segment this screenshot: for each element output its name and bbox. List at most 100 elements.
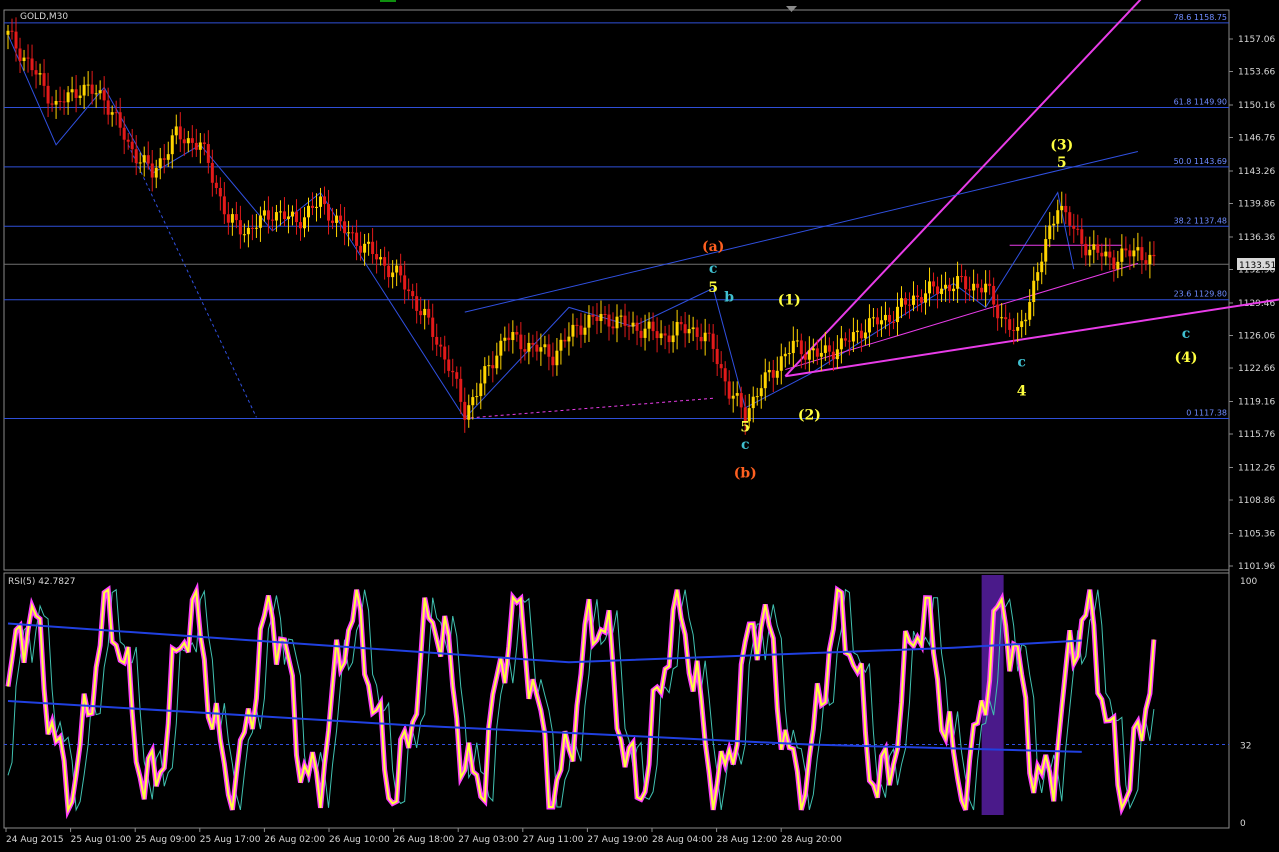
candle-body: [479, 383, 483, 397]
candle-body: [851, 332, 855, 342]
candle-body: [843, 338, 847, 341]
candle-body: [311, 205, 315, 208]
candle-body: [1148, 254, 1152, 265]
price-tick-label: 1153.66: [1238, 68, 1275, 78]
candle-body: [34, 70, 38, 75]
scroll-shift-marker[interactable]: [786, 6, 797, 12]
candle-body: [803, 354, 807, 360]
candle-body: [1044, 239, 1048, 262]
candle-body: [134, 149, 138, 164]
candle-body: [1036, 272, 1040, 281]
wave-label: 5: [740, 420, 750, 436]
candle-body: [138, 162, 142, 164]
candle-body: [1128, 250, 1132, 257]
candle-body: [1020, 321, 1024, 328]
candle-body: [551, 356, 555, 366]
candle-body: [274, 212, 278, 221]
candle-body: [936, 286, 940, 295]
candle-body: [242, 234, 246, 236]
candle-body: [1016, 327, 1020, 331]
channel-lower: [785, 298, 1279, 378]
candle-body: [571, 324, 575, 337]
candle-body: [262, 210, 266, 216]
candle-body: [924, 293, 928, 303]
candle-body: [559, 339, 563, 351]
candle-body: [715, 348, 719, 365]
candle-body: [827, 345, 831, 352]
dashed-base-line: [464, 397, 714, 419]
time-tick-label: 28 Aug 20:00: [781, 835, 842, 845]
candle-body: [379, 257, 383, 260]
candle-body: [899, 298, 903, 307]
candle-body: [1048, 225, 1052, 240]
candle-body: [531, 342, 535, 345]
candle-body: [775, 370, 779, 378]
candle-body: [903, 298, 907, 305]
candle-body: [391, 272, 395, 278]
candle-body: [659, 333, 663, 339]
candle-body: [1112, 257, 1116, 270]
candle-body: [331, 220, 335, 223]
candle-body: [174, 126, 178, 136]
candle-body: [495, 355, 499, 369]
time-tick-label: 25 Aug 17:00: [200, 835, 261, 845]
candle-body: [435, 336, 439, 345]
candle-body: [763, 372, 767, 389]
candle-body: [912, 295, 916, 305]
candle-body: [519, 334, 523, 350]
candle-body: [86, 84, 90, 86]
candle-body: [587, 314, 591, 328]
candle-body: [226, 214, 230, 223]
candle-body: [359, 245, 363, 253]
candle-body: [599, 313, 603, 322]
candle-body: [50, 103, 54, 105]
candle-body: [543, 344, 547, 348]
price-tick-label: 1112.26: [1238, 463, 1275, 473]
candle-body: [703, 332, 707, 342]
candle-body: [483, 366, 487, 384]
candle-body: [831, 351, 835, 360]
candle-body: [122, 127, 126, 140]
candle-body: [30, 58, 34, 71]
candle-body: [26, 57, 30, 59]
rsi-tick-label: 32: [1240, 742, 1251, 752]
candle-body: [887, 314, 891, 322]
candle-body: [952, 288, 956, 292]
candle-body: [1104, 251, 1108, 257]
candle-body: [102, 90, 106, 101]
wave-label: (3): [1050, 138, 1073, 154]
candle-body: [1152, 254, 1156, 257]
candle-body: [920, 297, 924, 303]
wave-label: c: [1017, 355, 1026, 371]
candle-body: [254, 227, 258, 229]
candle-body: [591, 314, 595, 317]
candle-body: [78, 95, 82, 98]
candle-body: [403, 275, 407, 290]
candle-body: [475, 396, 479, 398]
rsi-label: RSI(5) 42.7827: [8, 577, 75, 587]
candle-body: [839, 338, 843, 350]
candle-body: [162, 158, 166, 160]
rsi-tick-label: 0: [1240, 819, 1246, 829]
rsi-tick-label: 100: [1240, 577, 1257, 587]
candle-body: [327, 204, 331, 221]
fibonacci-label: 23.6 1129.80: [1174, 290, 1227, 299]
candle-body: [707, 332, 711, 334]
candle-body: [427, 308, 431, 318]
candle-body: [731, 395, 735, 399]
time-tick-label: 28 Aug 04:00: [652, 835, 713, 845]
candle-body: [202, 142, 206, 145]
candle-body: [471, 397, 475, 406]
candle-body: [956, 276, 960, 289]
candle-body: [194, 142, 198, 150]
candle-body: [246, 227, 250, 235]
candle-body: [791, 340, 795, 354]
candle-body: [1008, 319, 1012, 330]
time-tick-label: 27 Aug 11:00: [523, 835, 584, 845]
candle-body: [1068, 212, 1072, 226]
time-tick-label: 27 Aug 03:00: [458, 835, 519, 845]
candle-body: [270, 219, 274, 221]
candle-body: [807, 350, 811, 360]
dotted-fan-line: [127, 144, 257, 418]
candle-body: [126, 139, 130, 142]
